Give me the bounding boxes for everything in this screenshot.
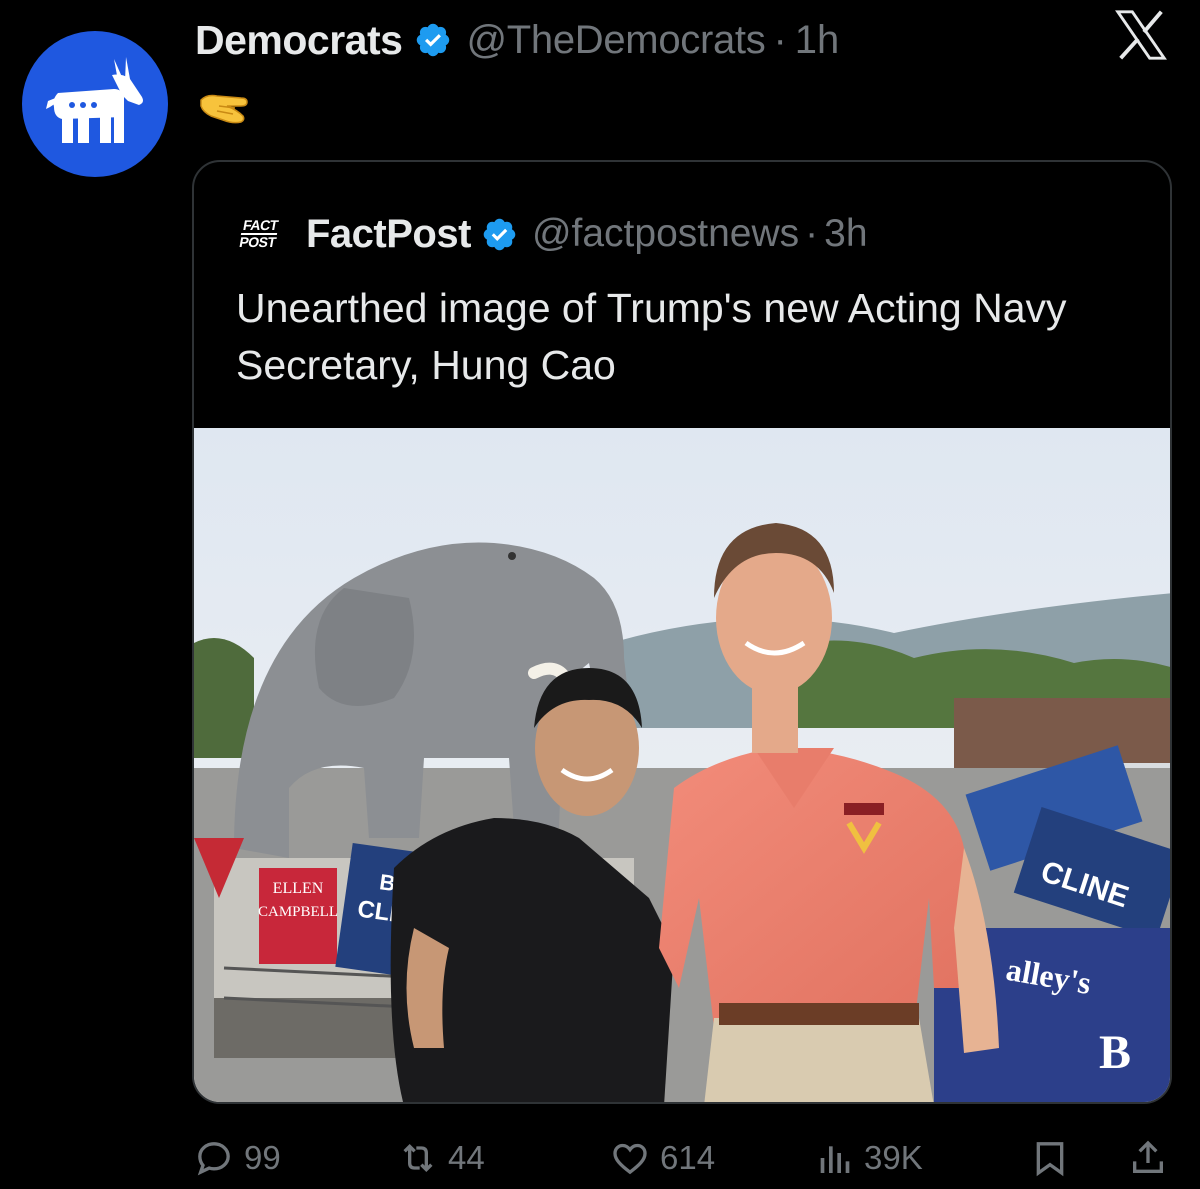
quoted-avatar-line1: FACT [241,217,280,233]
donkey-logo-icon [46,57,143,143]
post-time[interactable]: 1h [795,18,840,63]
reply-button[interactable]: 99 [194,1130,281,1186]
repost-button[interactable]: 44 [398,1130,485,1186]
sign-ellen: ELLEN [273,880,324,897]
quoted-post-photo[interactable]: ELLEN CAMPBELL BEN CLIN CLINE alley's B [194,428,1170,1102]
like-count: 614 [660,1139,716,1176]
share-button[interactable] [1128,1130,1168,1186]
heart-icon [610,1138,650,1178]
quoted-post-header: FACT POST FactPost @factpostnews · 3h [231,208,868,260]
bookmark-button[interactable] [1030,1130,1070,1186]
quoted-separator-dot: · [805,212,819,255]
x-logo-icon[interactable] [1112,6,1170,64]
verified-badge-icon[interactable] [414,21,452,59]
quoted-avatar-line2: POST [238,233,278,250]
quoted-author-avatar[interactable]: FACT POST [231,211,287,257]
post-header: Democrats @TheDemocrats · 1h [195,14,839,66]
quoted-verified-badge-icon[interactable] [481,216,518,253]
reply-count: 99 [244,1139,281,1176]
bookmark-icon [1030,1138,1070,1178]
sign-campbell: CAMPBELL [258,904,338,920]
views-count: 39K [864,1139,923,1176]
author-name[interactable]: Democrats [195,17,403,64]
reply-icon [194,1138,234,1178]
quoted-post-card[interactable]: FACT POST FactPost @factpostnews · 3h Un… [192,160,1172,1104]
views-button[interactable]: 39K [814,1130,923,1186]
repost-count: 44 [448,1139,485,1176]
quoted-post-text: Unearthed image of Trump's new Acting Na… [236,285,1067,388]
views-icon [814,1138,854,1178]
separator-dot: · [773,17,787,62]
banner-text-2: B [1099,1026,1131,1079]
action-bar: 99 44 614 39K [0,1130,1200,1186]
share-icon [1128,1138,1168,1178]
author-handle[interactable]: @TheDemocrats [466,18,765,63]
quoted-post-time[interactable]: 3h [824,212,867,256]
repost-icon [398,1138,438,1178]
quoted-author-handle[interactable]: @factpostnews [532,212,799,256]
palm-down-hand-emoji [197,86,255,130]
author-avatar[interactable] [22,31,168,177]
like-button[interactable]: 614 [610,1130,715,1186]
quoted-author-name[interactable]: FactPost [306,212,471,257]
